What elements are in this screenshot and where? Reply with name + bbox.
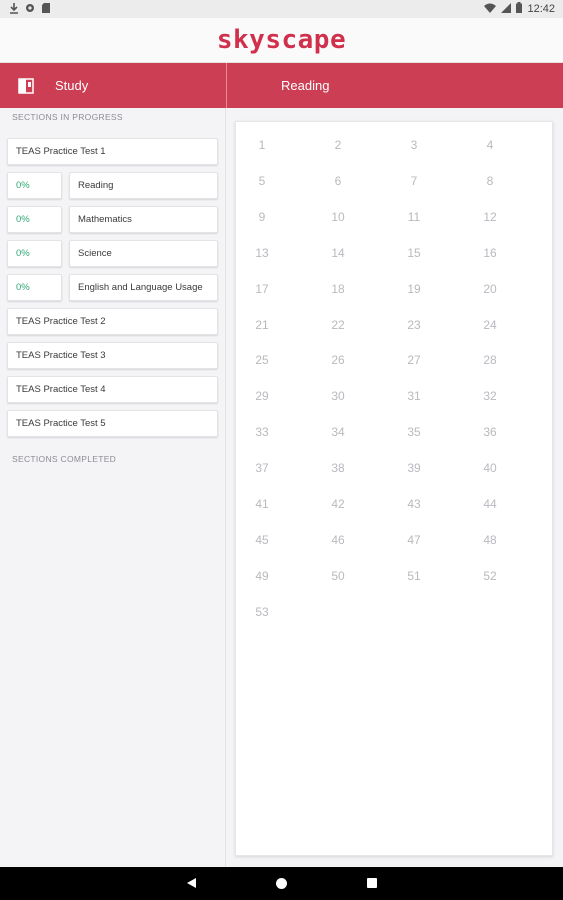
question-number[interactable]: 11 [394,210,434,224]
recents-icon[interactable] [367,878,377,888]
question-number[interactable]: 34 [318,425,358,439]
question-number[interactable]: 32 [470,389,510,403]
app-logo: skyscape [216,25,347,55]
status-bar-notifications [9,3,51,14]
navigation-bar [0,867,563,900]
section-item-mathematics[interactable]: Mathematics [69,206,218,233]
back-icon[interactable] [187,878,196,888]
question-number[interactable]: 22 [318,318,358,332]
clock: 12:42 [527,3,555,15]
question-number[interactable]: 37 [242,461,282,475]
test-item[interactable]: TEAS Practice Test 2 [7,308,218,335]
header-divider [226,63,227,108]
question-number[interactable]: 39 [394,461,434,475]
question-number[interactable]: 7 [394,174,434,188]
question-number[interactable]: 49 [242,569,282,583]
sidebar: SECTIONS IN PROGRESS TEAS Practice Test … [0,108,226,867]
question-number[interactable]: 27 [394,353,434,367]
section-header: Study Reading [0,63,563,108]
question-number[interactable]: 2 [318,138,358,152]
sections-in-progress-label: SECTIONS IN PROGRESS [12,112,123,122]
question-number[interactable]: 28 [470,353,510,367]
question-number[interactable]: 46 [318,533,358,547]
section-progress: 0% [7,274,62,301]
question-number[interactable]: 24 [470,318,510,332]
question-number[interactable]: 8 [470,174,510,188]
study-title: Study [55,78,89,93]
sections-completed-label: SECTIONS COMPLETED [12,454,117,464]
question-number[interactable]: 30 [318,389,358,403]
question-number[interactable]: 12 [470,210,510,224]
question-number[interactable]: 41 [242,497,282,511]
question-number[interactable]: 23 [394,318,434,332]
question-number[interactable]: 4 [470,138,510,152]
reading-title: Reading [281,78,330,93]
question-number[interactable]: 42 [318,497,358,511]
question-number[interactable]: 43 [394,497,434,511]
question-number[interactable]: 51 [394,569,434,583]
section-progress: 0% [7,240,62,267]
question-number[interactable]: 6 [318,174,358,188]
question-number[interactable]: 52 [470,569,510,583]
question-number[interactable]: 17 [242,282,282,296]
section-item-reading[interactable]: Reading [69,172,218,199]
app-bar: skyscape [0,18,563,63]
wifi-icon [484,3,497,16]
question-number[interactable]: 3 [394,138,434,152]
question-number[interactable]: 1 [242,138,282,152]
question-number[interactable]: 21 [242,318,282,332]
question-number[interactable]: 44 [470,497,510,511]
battery-icon [516,2,523,16]
question-number[interactable]: 19 [394,282,434,296]
test-item[interactable]: TEAS Practice Test 3 [7,342,218,369]
question-number[interactable]: 38 [318,461,358,475]
question-number[interactable]: 16 [470,246,510,260]
question-number[interactable]: 29 [242,389,282,403]
question-number[interactable]: 26 [318,353,358,367]
question-number[interactable]: 50 [318,569,358,583]
download-icon [9,3,19,14]
question-number[interactable]: 13 [242,246,282,260]
question-number[interactable]: 15 [394,246,434,260]
question-number[interactable]: 45 [242,533,282,547]
status-bar-system: 12:42 [484,2,555,16]
question-number[interactable]: 47 [394,533,434,547]
question-number[interactable]: 20 [470,282,510,296]
question-number[interactable]: 48 [470,533,510,547]
study-header[interactable]: Study [0,63,226,108]
question-number[interactable]: 53 [242,605,282,619]
signal-icon [501,2,512,16]
question-number[interactable]: 10 [318,210,358,224]
question-number[interactable]: 35 [394,425,434,439]
section-progress: 0% [7,206,62,233]
question-number[interactable]: 40 [470,461,510,475]
book-icon [18,77,34,94]
test-item[interactable]: TEAS Practice Test 1 [7,138,218,165]
settings-sync-icon [25,3,35,14]
question-number[interactable]: 33 [242,425,282,439]
status-bar: 12:42 [0,0,563,18]
question-number[interactable]: 5 [242,174,282,188]
test-item[interactable]: TEAS Practice Test 4 [7,376,218,403]
test-item[interactable]: TEAS Practice Test 5 [7,410,218,437]
question-grid: 1 2 3 4 5 6 7 8 9 10 11 12 13 14 15 16 17 18 19 20 21 22 23 24 2… [235,121,553,856]
question-number[interactable]: 36 [470,425,510,439]
section-progress: 0% [7,172,62,199]
question-number[interactable]: 31 [394,389,434,403]
home-icon[interactable] [276,878,287,889]
question-number[interactable]: 9 [242,210,282,224]
question-number[interactable]: 18 [318,282,358,296]
question-number[interactable]: 14 [318,246,358,260]
section-item-english[interactable]: English and Language Usage [69,274,218,301]
question-number[interactable]: 25 [242,353,282,367]
section-item-science[interactable]: Science [69,240,218,267]
sd-card-icon [41,3,51,14]
